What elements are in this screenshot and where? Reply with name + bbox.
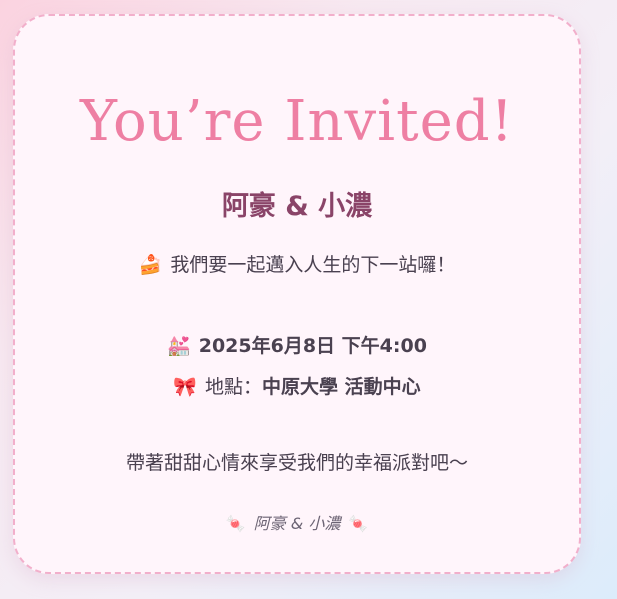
candy-icon: 🍬 (348, 514, 369, 533)
signature-line: 🍬 阿豪 & 小濃 🍬 (15, 510, 579, 534)
intro-text: 我們要一起邁入人生的下一站囉！ (170, 254, 456, 276)
signature-text: 阿豪 & 小濃 (253, 514, 341, 533)
invitation-title: You’re Invited! (79, 89, 515, 154)
location-line: 🎀 地點：中原大學 活動中心 (15, 372, 579, 399)
candy-icon: 🍬 (225, 514, 246, 533)
date-line: 💒 2025年6月8日 下午4:00 (15, 331, 579, 358)
location-label: 地點： (205, 376, 263, 398)
location-value: 中原大學 活動中心 (262, 376, 421, 398)
invitation-card: You’re Invited! 阿豪 & 小濃 🍰 我們要一起邁入人生的下一站囉！… (13, 14, 581, 574)
date-text: 2025年6月8日 下午4:00 (198, 335, 427, 357)
intro-line: 🍰 我們要一起邁入人生的下一站囉！ (15, 250, 579, 277)
ribbon-icon: 🎀 (173, 376, 198, 398)
party-message: 帶著甜甜心情來享受我們的幸福派對吧～ (125, 452, 468, 474)
wedding-chapel-icon: 💒 (167, 335, 191, 357)
cake-icon: 🍰 (138, 254, 163, 276)
couple-names: 阿豪 & 小濃 (221, 191, 373, 222)
